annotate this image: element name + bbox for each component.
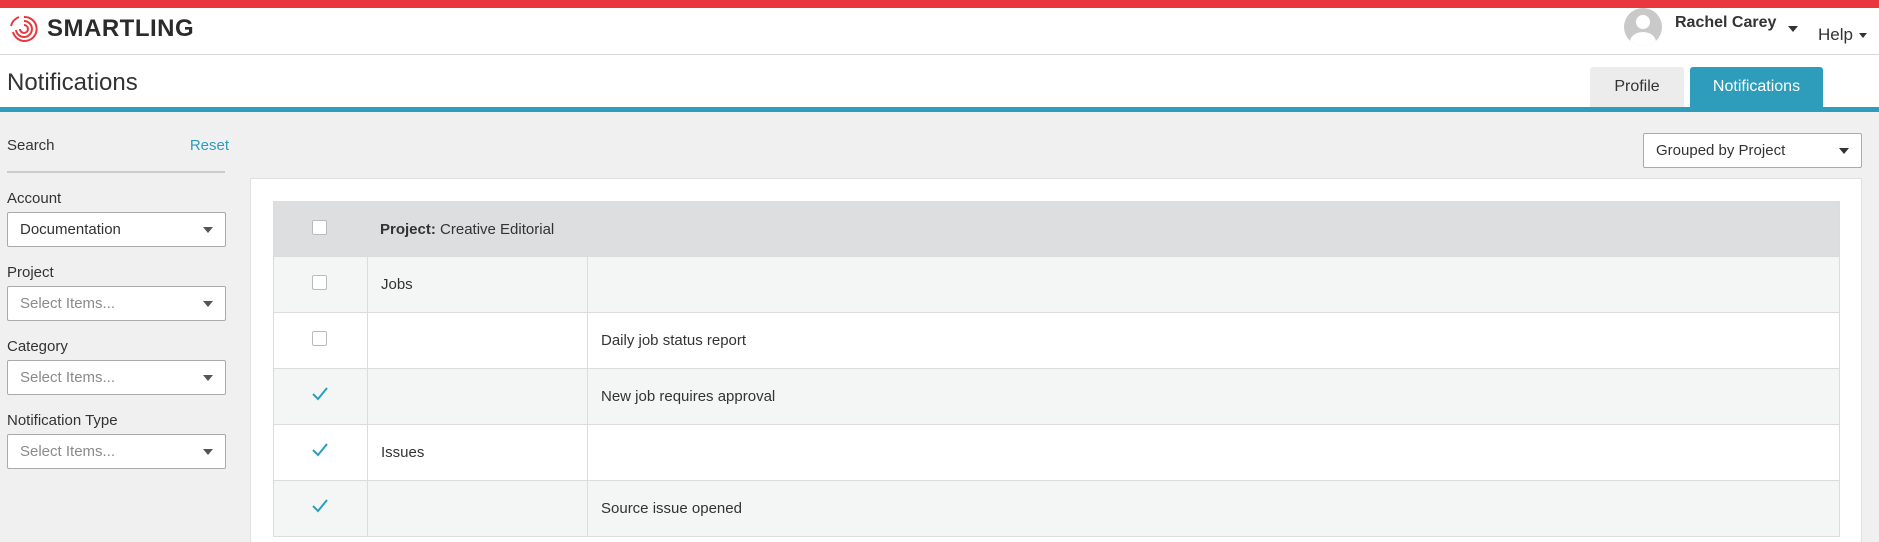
notification-type-label: Notification Type [7,412,118,429]
type-cell: Source issue opened [587,481,1839,536]
page-title: Notifications [7,69,138,96]
category-select[interactable]: Select Items... [7,360,226,395]
type-cell: New job requires approval [587,369,1839,424]
project-placeholder: Select Items... [20,295,116,312]
category-cell [367,481,587,536]
divider [7,171,225,173]
row-checkbox[interactable] [311,331,327,346]
search-label: Search [7,136,55,154]
table-row: New job requires approval [273,369,1840,425]
avatar [1624,8,1662,46]
account-value: Documentation [20,221,121,238]
checkbox-cell [274,369,367,424]
project-checkbox[interactable] [311,219,327,235]
chevron-down-icon [203,300,213,307]
project-title: Project: Creative Editorial [367,202,554,256]
notifications-panel: Project: Creative Editorial Jobs Daily j… [250,178,1862,542]
type-cell [587,257,1839,312]
grouping-select[interactable]: Grouped by Project [1643,133,1862,168]
table-row: Issues [273,425,1840,481]
chevron-down-icon [1788,26,1799,32]
type-cell [587,425,1839,480]
type-cell: Daily job status report [587,313,1839,368]
chevron-down-icon [203,226,213,233]
user-menu[interactable]: Rachel Carey [1624,8,1799,46]
fingerprint-logo-icon [10,15,38,42]
brand-name: SMARTLING [47,15,195,42]
project-header-row: Project: Creative Editorial [273,201,1840,257]
notifications-table: Project: Creative Editorial Jobs Daily j… [273,201,1840,537]
category-cell [367,369,587,424]
checkmark-icon[interactable] [311,441,329,459]
tab-profile[interactable]: Profile [1590,67,1684,107]
page-header: Notifications Profile Notifications [0,55,1879,112]
notification-type-placeholder: Select Items... [20,443,116,460]
project-select[interactable]: Select Items... [7,286,226,321]
table-row: Source issue opened [273,481,1840,537]
tab-notifications[interactable]: Notifications [1690,67,1823,107]
smartling-logo[interactable]: SMARTLING [7,12,194,46]
checkmark-icon[interactable] [311,385,329,403]
table-row: Daily job status report [273,313,1840,369]
checkbox-cell [274,425,367,480]
user-name: Rachel Carey [1675,14,1777,31]
chevron-down-icon [203,374,213,381]
help-label: Help [1818,25,1853,44]
checkbox-cell [274,257,367,312]
account-label: Account [7,190,62,207]
search-header: Search Reset [7,135,229,155]
project-name: Creative Editorial [440,220,555,238]
category-placeholder: Select Items... [20,369,116,386]
grouping-value: Grouped by Project [1656,142,1786,159]
table-row: Jobs [273,257,1840,313]
chevron-down-icon [1839,147,1849,154]
category-cell: Issues [367,425,587,480]
category-label: Category [7,338,68,355]
top-navigation-bar: SMARTLING Rachel Carey Help [0,0,1879,55]
row-checkbox[interactable] [311,275,327,290]
chevron-down-icon [1858,32,1867,38]
account-select[interactable]: Documentation [7,212,226,247]
category-cell [367,313,587,368]
checkbox-cell [274,481,367,536]
project-label: Project [7,264,54,281]
chevron-down-icon [203,448,213,455]
project-prefix: Project: [380,220,436,238]
filter-sidebar: Search Reset Account Documentation Proje… [7,135,229,469]
reset-link[interactable]: Reset [190,137,229,154]
checkbox-cell [274,313,367,368]
checkbox-cell [274,202,367,256]
checkmark-icon[interactable] [311,497,329,515]
notification-type-select[interactable]: Select Items... [7,434,226,469]
help-menu[interactable]: Help [1818,25,1867,45]
category-cell: Jobs [367,257,587,312]
